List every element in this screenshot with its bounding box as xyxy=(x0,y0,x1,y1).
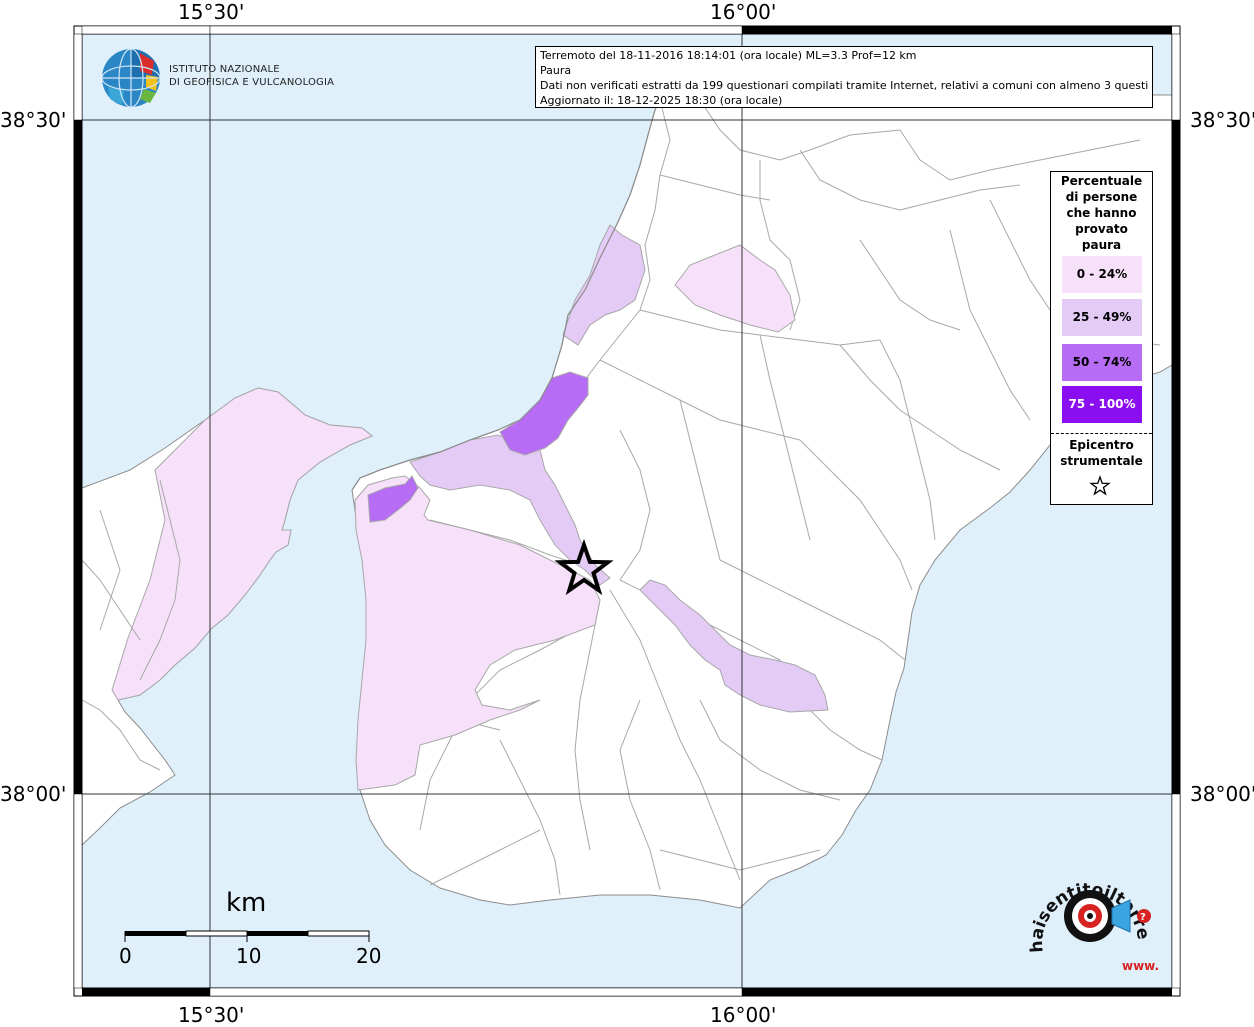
lat-label-right-1: 38°30' xyxy=(1190,108,1254,132)
legend-separator xyxy=(1051,433,1152,434)
haisentito-www: www. xyxy=(1122,959,1159,973)
event-title: Terremoto del 18-11-2016 18:14:01 (ora l… xyxy=(540,49,917,62)
star-icon xyxy=(1089,475,1111,496)
update-date: Aggiornato il: 18-12-2025 18:30 (ora loc… xyxy=(540,94,783,107)
legend-title: Percentuale di persone che hanno provato… xyxy=(1051,173,1152,253)
scale-tick-10: 10 xyxy=(236,944,262,968)
legend-class-0-24: 0 - 24% xyxy=(1062,256,1142,293)
scale-tick-20: 20 xyxy=(356,944,382,968)
lon-label-bottom-2: 16°00' xyxy=(710,1003,777,1027)
legend-epicenter-line: Epicentro xyxy=(1069,438,1134,452)
megaphone-target-icon: haisentitoilterremoto.it ? www. xyxy=(1017,851,1159,973)
lat-label-left-2: 38°00' xyxy=(0,782,67,806)
svg-text:?: ? xyxy=(1140,912,1146,923)
legend-title-line: Percentuale xyxy=(1060,174,1143,188)
data-note: Dati non verificati estratti da 199 ques… xyxy=(540,79,1148,92)
ingv-name-line2: DI GEOFISICA E VULCANOLOGIA xyxy=(169,77,335,88)
legend-epicenter-line: strumentale xyxy=(1060,454,1143,468)
legend-title-line: provato xyxy=(1075,222,1128,236)
legend-class-25-49: 25 - 49% xyxy=(1062,299,1142,336)
legend-class-50-74: 50 - 74% xyxy=(1062,344,1142,381)
legend: Percentuale di persone che hanno provato… xyxy=(1050,171,1153,505)
ingv-logo: ISTITUTO NAZIONALE DI GEOFISICA E VULCAN… xyxy=(100,47,334,111)
lon-label-bottom-1: 15°30' xyxy=(178,1003,245,1027)
legend-epicenter-label: Epicentro strumentale xyxy=(1051,437,1152,469)
lon-label-top-1: 15°30' xyxy=(178,0,245,24)
lat-label-right-2: 38°00' xyxy=(1190,782,1254,806)
lon-label-top-2: 16°00' xyxy=(710,0,777,24)
haisentito-logo: haisentitoilterremoto.it ? www. xyxy=(1017,851,1160,978)
ingv-name-line1: ISTITUTO NAZIONALE xyxy=(169,64,280,75)
parameter-name: Paura xyxy=(540,64,572,77)
scale-tick-0: 0 xyxy=(119,944,132,968)
event-info-box: Terremoto del 18-11-2016 18:14:01 (ora l… xyxy=(535,46,1153,108)
ingv-globe-icon xyxy=(101,48,161,108)
legend-title-line: di persone xyxy=(1065,190,1138,204)
legend-title-line: paura xyxy=(1081,238,1122,252)
lat-label-left-1: 38°30' xyxy=(0,108,67,132)
scale-unit: km xyxy=(226,888,267,918)
legend-class-75-100: 75 - 100% xyxy=(1062,386,1142,423)
legend-title-line: che hanno xyxy=(1066,206,1137,220)
